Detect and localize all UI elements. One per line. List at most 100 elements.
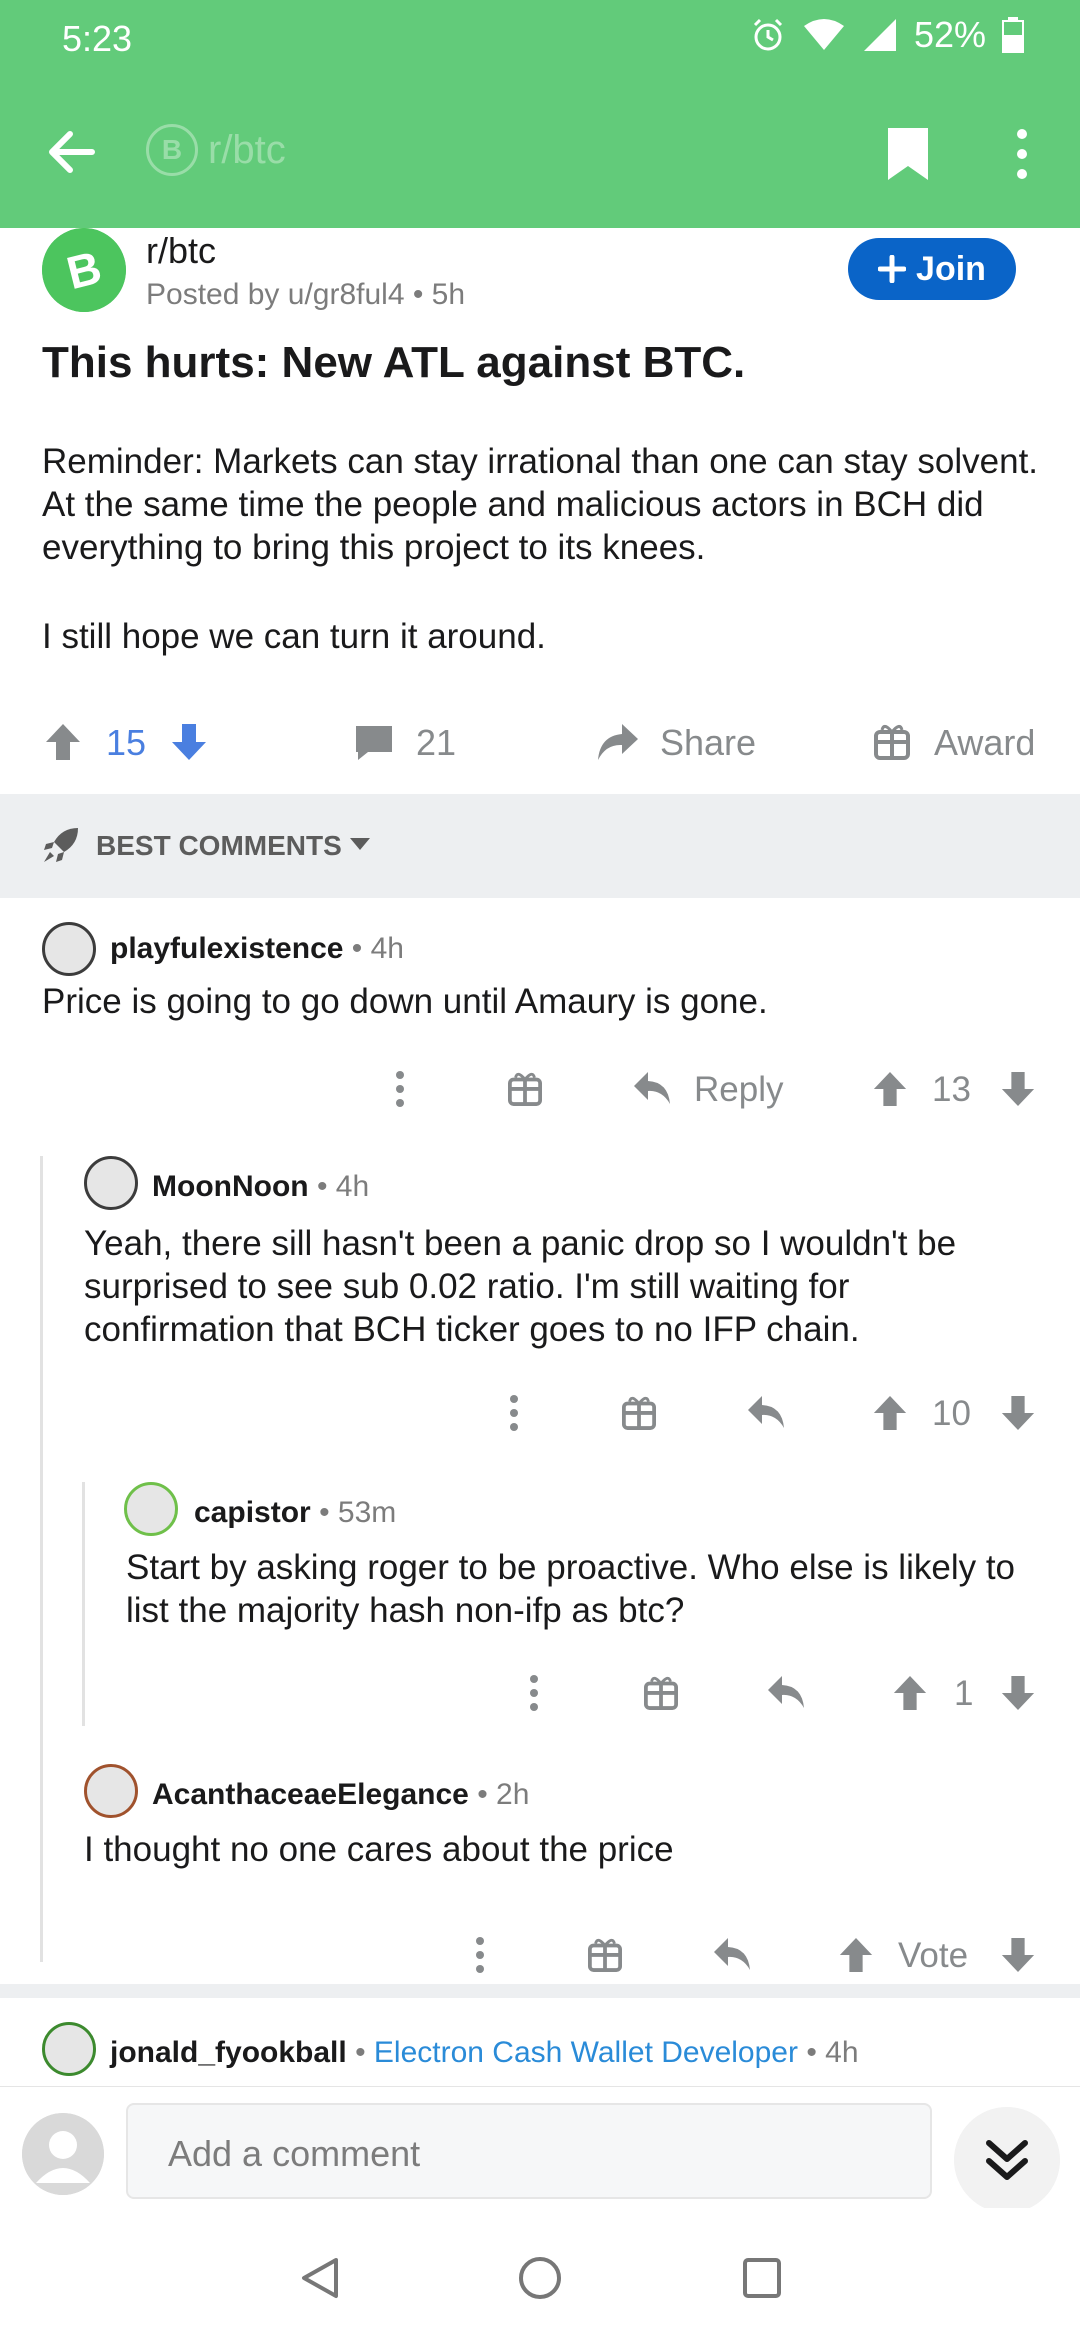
author-name: playfulexistence xyxy=(110,932,344,965)
reply-icon[interactable] xyxy=(746,1394,786,1430)
comment-author[interactable]: playfulexistence • 4h xyxy=(110,932,404,966)
signal-icon xyxy=(863,19,896,51)
sort-label: BEST COMMENTS xyxy=(96,830,342,861)
avatar[interactable] xyxy=(124,1482,178,1536)
rocket-icon xyxy=(44,828,78,862)
reply-button[interactable]: Reply xyxy=(694,1070,783,1110)
upvote-icon[interactable] xyxy=(44,722,82,762)
avatar[interactable] xyxy=(42,922,96,976)
downvote-icon[interactable] xyxy=(1000,1936,1036,1974)
home-nav-icon[interactable] xyxy=(518,2256,562,2300)
award-icon[interactable] xyxy=(622,1394,656,1430)
user-flair: Electron Cash Wallet Developer xyxy=(373,2036,798,2069)
comment-score: 1 xyxy=(954,1674,974,1713)
award-button[interactable]: Award xyxy=(934,722,1035,764)
downvote-icon[interactable] xyxy=(1000,1394,1036,1432)
downvote-icon[interactable] xyxy=(170,722,208,762)
upvote-icon[interactable] xyxy=(872,1070,908,1108)
chevron-double-down-icon[interactable] xyxy=(954,2107,1060,2213)
comment-author[interactable]: MoonNoon • 4h xyxy=(152,1170,369,1204)
comment: playfulexistence • 4h Price is going to … xyxy=(0,918,1080,1118)
avatar[interactable] xyxy=(84,1156,138,1210)
comment-divider xyxy=(0,1984,1080,1998)
comment: AcanthaceaeElegance • 2h I thought no on… xyxy=(0,1764,1080,1975)
back-nav-icon[interactable] xyxy=(300,2256,340,2300)
wifi-icon xyxy=(803,19,844,50)
downvote-icon[interactable] xyxy=(1000,1070,1036,1108)
comment: MoonNoon • 4h Yeah, there sill hasn't be… xyxy=(0,1156,1080,1456)
comment-author[interactable]: jonald_fyookball • Electron Cash Wallet … xyxy=(110,2036,859,2070)
arrow-left-icon[interactable] xyxy=(42,122,102,182)
upvote-icon[interactable] xyxy=(892,1674,928,1712)
avatar[interactable] xyxy=(42,2022,96,2076)
comment-actions: 1 xyxy=(0,1668,1080,1718)
share-button[interactable]: Share xyxy=(660,722,756,764)
comment-actions: 10 xyxy=(0,1388,1080,1438)
comment-actions: Vote xyxy=(0,1930,1080,1980)
more-vertical-icon[interactable] xyxy=(474,1936,486,1974)
comment: capistor • 53m Start by asking roger to … xyxy=(0,1482,1080,1732)
user-avatar[interactable] xyxy=(22,2113,104,2195)
comment: jonald_fyookball • Electron Cash Wallet … xyxy=(0,2022,1080,2086)
vote-label: Vote xyxy=(898,1936,969,1975)
status-icons: 52% xyxy=(750,14,1024,56)
comment-count[interactable]: 21 xyxy=(416,722,456,764)
bookmark-icon[interactable] xyxy=(884,126,932,182)
recents-nav-icon[interactable] xyxy=(742,2256,782,2300)
award-icon[interactable] xyxy=(508,1070,542,1106)
join-label: Join xyxy=(916,249,986,288)
more-vertical-icon[interactable] xyxy=(528,1674,540,1712)
author-name: jonald_fyookball xyxy=(110,2036,347,2069)
comment-icon[interactable] xyxy=(354,722,394,762)
upvote-icon[interactable] xyxy=(872,1394,908,1432)
comment-body: I thought no one cares about the price xyxy=(84,1830,674,1869)
post-title: This hurts: New ATL against BTC. xyxy=(42,338,746,387)
post-body-paragraph: Reminder: Markets can stay irrational th… xyxy=(42,442,1039,567)
post-header: B r/btc Posted by u/gr8ful4 • 5h Join xyxy=(0,228,1080,328)
battery-percent: 52% xyxy=(913,14,986,55)
subreddit-avatar[interactable]: B xyxy=(42,228,126,312)
award-icon[interactable] xyxy=(874,722,910,760)
upvote-icon[interactable] xyxy=(838,1936,874,1974)
comment-body: Start by asking roger to be proactive. W… xyxy=(126,1548,1016,1630)
comment-time: • 4h xyxy=(351,932,404,965)
comment-composer: Add a comment xyxy=(0,2086,1080,2213)
author-name: MoonNoon xyxy=(152,1170,309,1203)
downvote-icon[interactable] xyxy=(1000,1674,1036,1712)
award-icon[interactable] xyxy=(644,1674,678,1710)
reply-icon[interactable] xyxy=(632,1070,672,1106)
post-score: 15 xyxy=(106,722,147,763)
comment-score: 10 xyxy=(932,1394,971,1433)
comment-time: • 53m xyxy=(319,1496,397,1529)
comment-author[interactable]: AcanthaceaeElegance • 2h xyxy=(152,1778,529,1812)
status-time: 5:23 xyxy=(62,18,133,59)
join-button[interactable]: Join xyxy=(848,238,1016,300)
reply-icon[interactable] xyxy=(712,1936,752,1972)
app-bar: B r/btc xyxy=(0,80,1080,228)
comment-author[interactable]: capistor • 53m xyxy=(194,1496,396,1530)
reply-icon[interactable] xyxy=(766,1674,806,1710)
award-icon[interactable] xyxy=(588,1936,622,1972)
more-vertical-icon[interactable] xyxy=(508,1394,520,1432)
comment-score: 13 xyxy=(932,1070,971,1109)
more-vertical-icon[interactable] xyxy=(1012,124,1032,184)
sort-bar[interactable]: BEST COMMENTS xyxy=(0,794,1080,898)
author-name: capistor xyxy=(194,1496,311,1529)
avatar[interactable] xyxy=(84,1764,138,1818)
bitcoin-cash-icon: B xyxy=(146,124,198,176)
battery-icon xyxy=(1002,17,1024,53)
comment-body: Yeah, there sill hasn't been a panic dro… xyxy=(84,1224,957,1349)
more-vertical-icon[interactable] xyxy=(394,1070,406,1108)
alarm-icon xyxy=(753,18,782,51)
subreddit-chip[interactable]: B r/btc xyxy=(146,124,286,176)
comment-actions: Reply 13 xyxy=(0,1064,1080,1114)
share-icon[interactable] xyxy=(596,722,640,762)
comment-body: Price is going to go down until Amaury i… xyxy=(42,982,768,1021)
subreddit-chip-label: r/btc xyxy=(208,127,286,172)
subreddit-name[interactable]: r/btc xyxy=(146,230,216,272)
add-comment-input[interactable]: Add a comment xyxy=(126,2103,932,2199)
post-body-paragraph: I still hope we can turn it around. xyxy=(42,617,546,656)
posted-by[interactable]: Posted by u/gr8ful4 • 5h xyxy=(146,278,465,312)
post-action-bar: 15 21 Share Award xyxy=(0,710,1080,776)
post-body: Reminder: Markets can stay irrational th… xyxy=(42,440,1042,704)
